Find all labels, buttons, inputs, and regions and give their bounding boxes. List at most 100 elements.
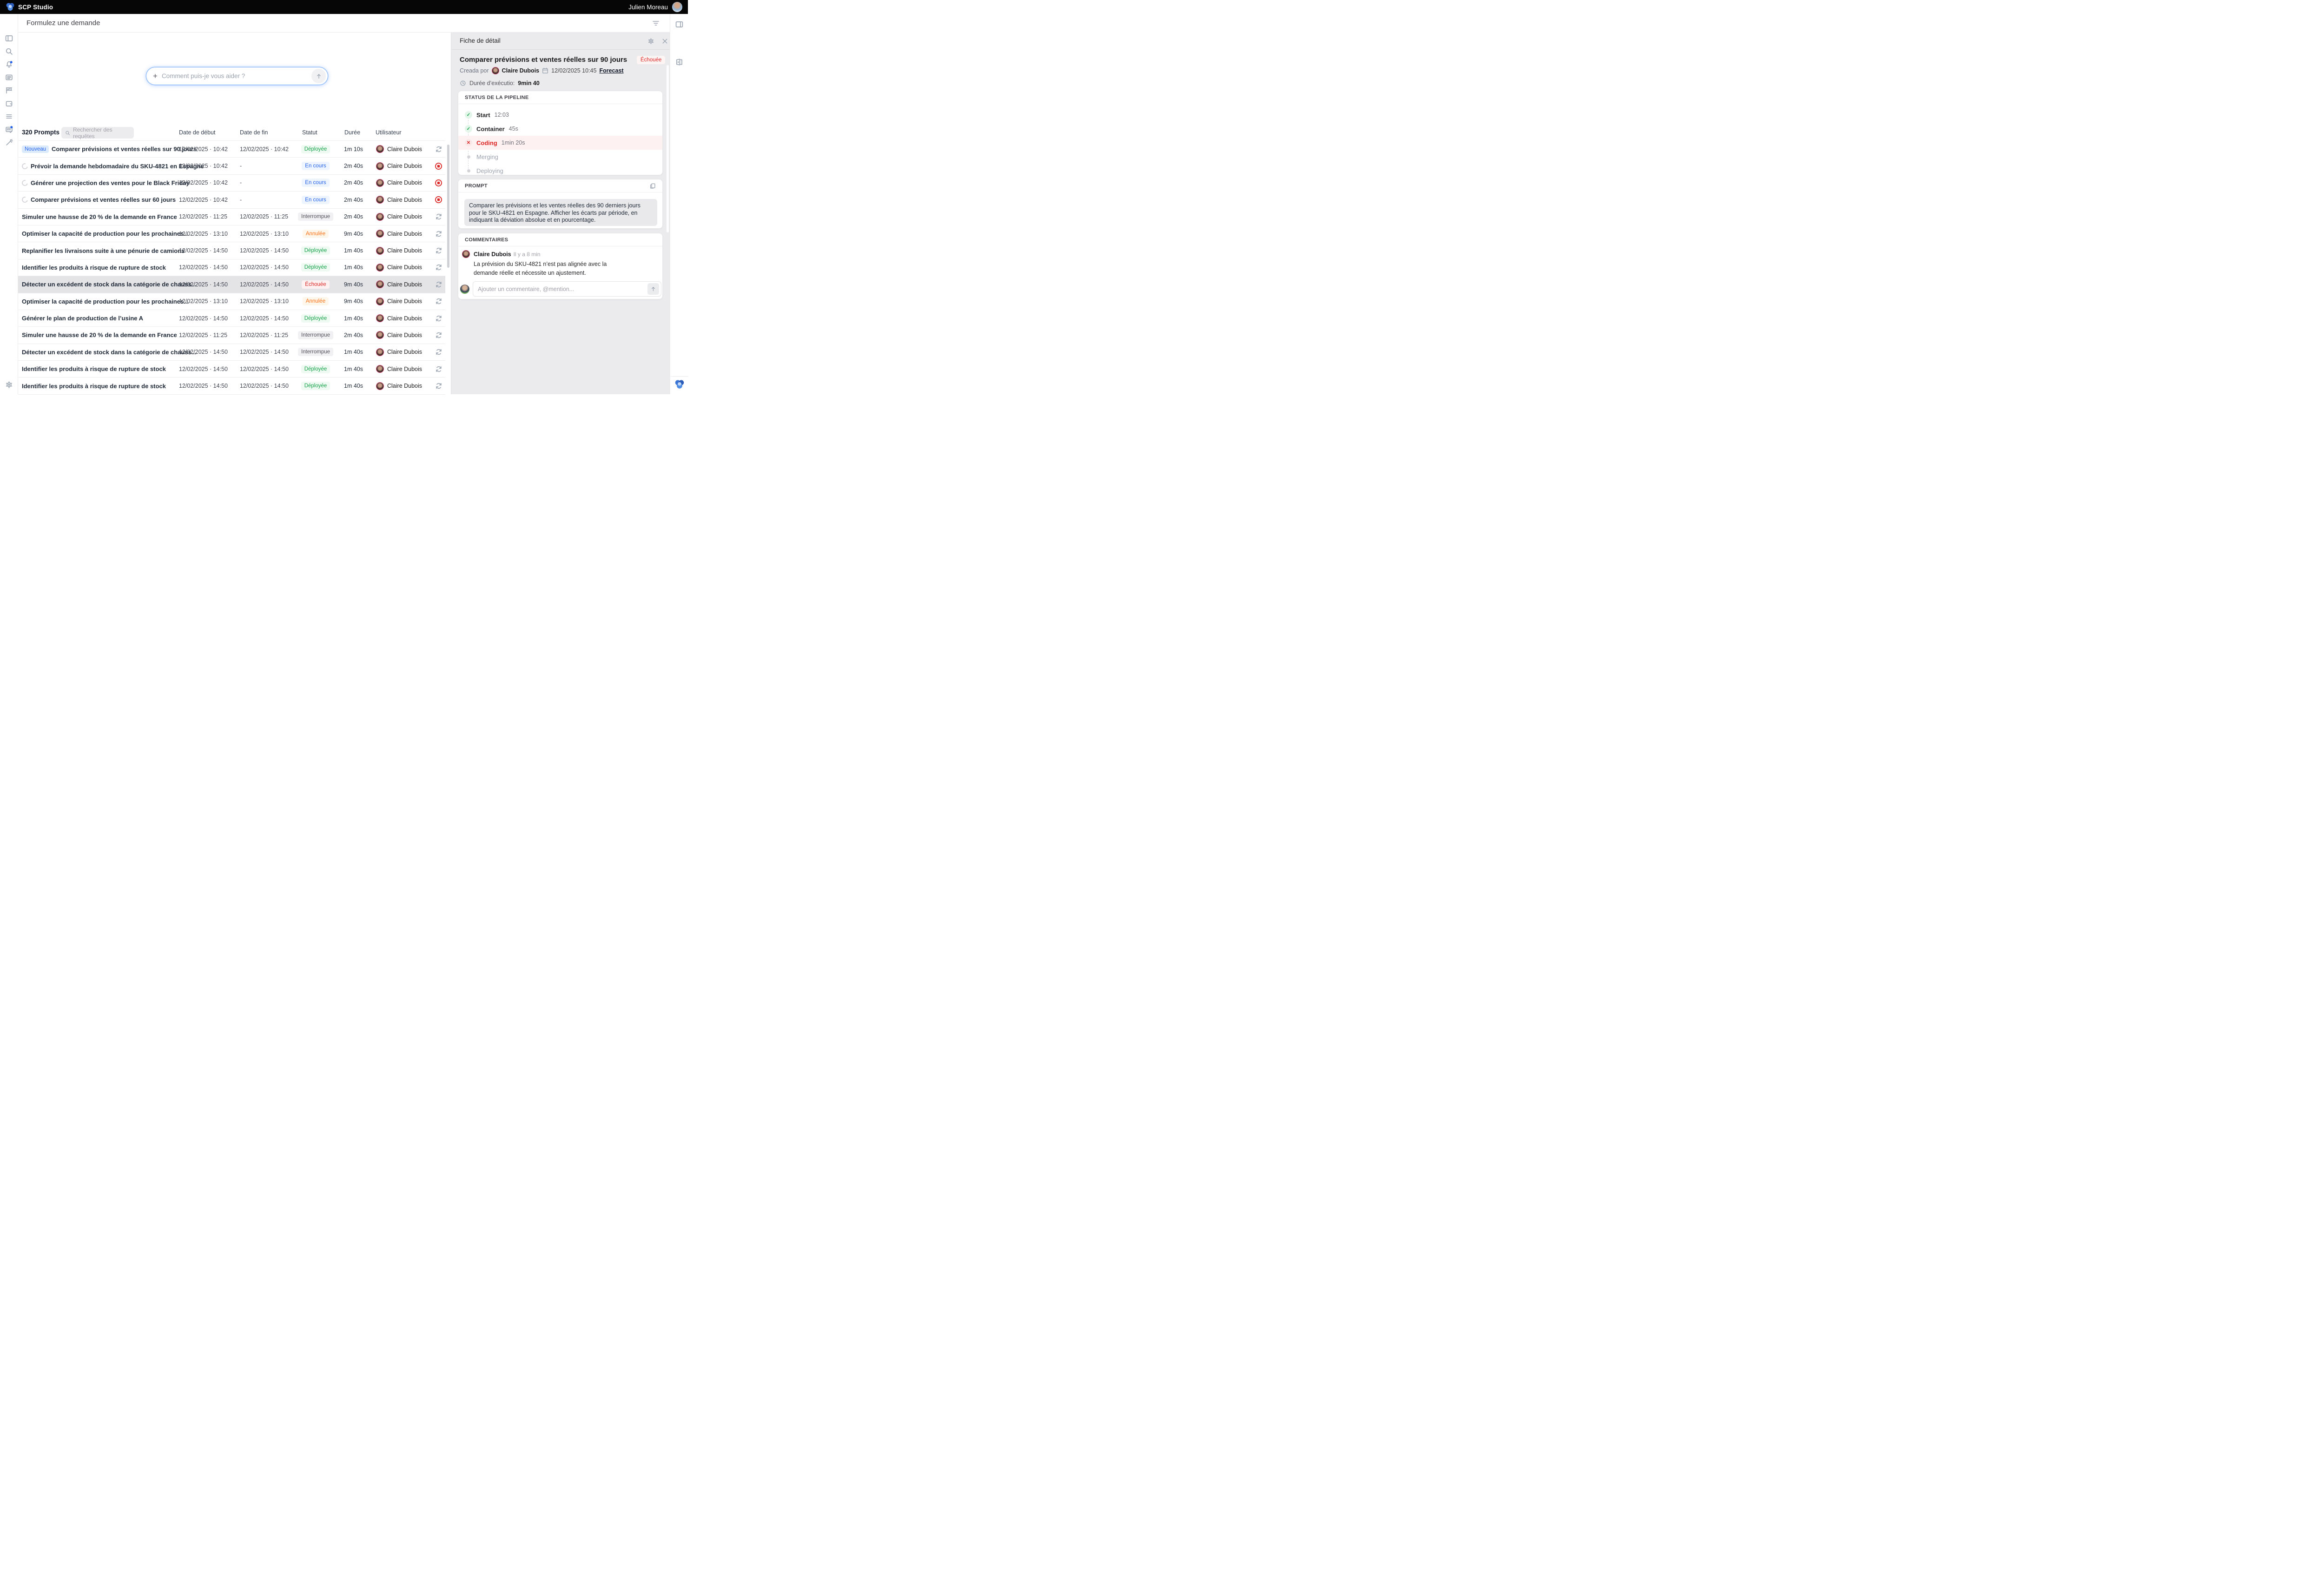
user-avatar: [376, 145, 384, 153]
prompt-text: Comparer les prévisions et les ventes ré…: [464, 199, 657, 226]
comments-card-title: COMMENTAIRES: [458, 233, 662, 246]
user-avatar: [376, 213, 384, 221]
flag-report-icon[interactable]: [5, 86, 13, 94]
table-row[interactable]: Simuler une hausse de 20 % de la demande…: [18, 327, 445, 344]
table-row[interactable]: Replanifier les livraisons suite à une p…: [18, 242, 445, 259]
document-icon[interactable]: [5, 73, 13, 81]
row-end-date: 12/02/2025 · 14:50: [240, 259, 289, 276]
status-badge: Déployée: [301, 365, 330, 373]
rerun-refresh-icon[interactable]: [435, 348, 442, 356]
table-row[interactable]: Prévoir la demande hebdomadaire du SKU-4…: [18, 158, 445, 174]
row-start-date: 12/02/2025 · 14:50: [179, 276, 228, 292]
top-bar: SCP Studio Julien Moreau: [0, 0, 688, 14]
pipeline-step-label: Container: [476, 126, 505, 133]
stop-icon[interactable]: [435, 162, 442, 170]
composer-input[interactable]: Comment puis-je vous aider ?: [162, 73, 311, 80]
content-header: Formulez une demande: [18, 14, 670, 33]
check-icon: ✓: [465, 111, 472, 119]
menu-icon[interactable]: [5, 113, 13, 120]
table-row[interactable]: Générer une projection des ventes pour l…: [18, 175, 445, 192]
detail-panel: Fiche de détail Comparer prévisions et v…: [451, 33, 670, 394]
settings-gear-icon[interactable]: [647, 38, 654, 45]
table-row[interactable]: Générer le plan de production de l’usine…: [18, 310, 445, 327]
row-end-date: 12/02/2025 · 13:10: [240, 225, 289, 242]
rerun-refresh-icon[interactable]: [435, 281, 442, 288]
status-badge: En cours: [302, 196, 329, 204]
table-search-input[interactable]: Rechercher des requêtes: [61, 127, 134, 139]
comment-item: Claire DuboisIl y a 8 min La prévision d…: [462, 250, 631, 277]
filter-icon[interactable]: [652, 20, 660, 27]
table-row[interactable]: Comparer prévisions et ventes réelles su…: [18, 192, 445, 208]
row-title: Détecter un excédent de stock dans la ca…: [22, 281, 197, 288]
status-badge: Déployée: [301, 314, 330, 323]
user-avatar[interactable]: [672, 2, 682, 12]
rerun-refresh-icon[interactable]: [435, 230, 442, 238]
status-badge: En cours: [302, 179, 329, 187]
settings-gear-icon[interactable]: [5, 381, 13, 389]
close-icon[interactable]: [661, 38, 668, 45]
panel-scrollbar-thumb[interactable]: [667, 65, 669, 232]
panel-right-icon[interactable]: [675, 20, 683, 28]
row-end-date: -: [240, 192, 242, 208]
row-user-name: Claire Dubois: [387, 349, 422, 355]
rerun-refresh-icon[interactable]: [435, 213, 442, 220]
table-row[interactable]: Identifier les produits à risque de rupt…: [18, 361, 445, 378]
bell-icon[interactable]: [5, 60, 13, 68]
row-start-date: 12/02/2025 · 14:50: [179, 378, 228, 394]
table-row[interactable]: Détecter un excédent de stock dans la ca…: [18, 344, 445, 361]
user-avatar: [376, 365, 384, 373]
rerun-refresh-icon[interactable]: [435, 331, 442, 339]
row-end-date: 12/02/2025 · 14:50: [240, 344, 289, 360]
row-user-name: Claire Dubois: [387, 366, 422, 372]
table-row[interactable]: Simuler une hausse de 20 % de la demande…: [18, 209, 445, 225]
search-icon[interactable]: [5, 47, 13, 55]
comment-input[interactable]: Ajouter un commentaire, @mention...: [473, 281, 661, 297]
main-content: + Comment puis-je vous aider ? 320 Promp…: [18, 33, 451, 394]
comments-card: COMMENTAIRES Claire DuboisIl y a 8 min L…: [458, 233, 663, 299]
rerun-refresh-icon[interactable]: [435, 382, 442, 390]
table-row[interactable]: Détecter un excédent de stock dans la ca…: [18, 276, 445, 293]
assistant-composer[interactable]: + Comment puis-je vous aider ?: [146, 67, 328, 85]
clipboard-icon[interactable]: [5, 99, 13, 107]
forecast-link[interactable]: Forecast: [599, 67, 623, 74]
table-scrollbar-thumb[interactable]: [447, 145, 449, 268]
composer-send-button[interactable]: [311, 69, 326, 83]
current-user-name: Julien Moreau: [628, 4, 668, 11]
comment-send-button[interactable]: [647, 283, 659, 295]
rerun-refresh-icon[interactable]: [435, 146, 442, 153]
app-logo-icon[interactable]: [674, 379, 685, 390]
stop-icon[interactable]: [435, 179, 442, 187]
rerun-refresh-icon[interactable]: [435, 264, 442, 271]
row-duration: 1m 10s: [344, 141, 363, 157]
row-start-date: 12/02/2025 · 11:25: [179, 327, 227, 343]
copy-icon[interactable]: [649, 183, 656, 189]
row-start-date: 12/02/2025 · 13:10: [179, 225, 228, 242]
prompt-card: PROMPT Comparer les prévisions et les ve…: [458, 179, 663, 229]
tasks-icon[interactable]: [5, 126, 13, 133]
pipeline-step-label: Merging: [476, 153, 498, 160]
table-row[interactable]: Identifier les produits à risque de rupt…: [18, 259, 445, 276]
rerun-refresh-icon[interactable]: [435, 247, 442, 254]
excel-export-icon[interactable]: X: [675, 58, 683, 66]
status-badge: Interrompue: [298, 348, 333, 356]
layout-panel-icon[interactable]: [5, 34, 13, 42]
row-title: Détecter un excédent de stock dans la ca…: [22, 349, 197, 356]
detail-status-badge: Échouée: [637, 56, 665, 64]
attach-plus-icon[interactable]: +: [153, 72, 158, 81]
row-start-date: 12/02/2025 · 14:50: [179, 361, 228, 377]
magic-wand-icon[interactable]: [5, 139, 13, 146]
user-avatar: [376, 298, 384, 305]
rerun-refresh-icon[interactable]: [435, 298, 442, 305]
pipeline-step-label: Deploying: [476, 167, 503, 174]
row-title: Optimiser la capacité de production pour…: [22, 230, 189, 237]
rerun-refresh-icon[interactable]: [435, 315, 442, 322]
table-row[interactable]: Identifier les produits à risque de rupt…: [18, 378, 445, 394]
status-badge: Échouée: [302, 280, 329, 289]
rerun-refresh-icon[interactable]: [435, 365, 442, 373]
table-row[interactable]: Nouveau Comparer prévisions et ventes ré…: [18, 141, 445, 158]
table-row[interactable]: Optimiser la capacité de production pour…: [18, 293, 445, 310]
status-badge: Déployée: [301, 246, 330, 255]
row-user-name: Claire Dubois: [387, 247, 422, 254]
stop-icon[interactable]: [435, 196, 442, 204]
table-row[interactable]: Optimiser la capacité de production pour…: [18, 225, 445, 242]
